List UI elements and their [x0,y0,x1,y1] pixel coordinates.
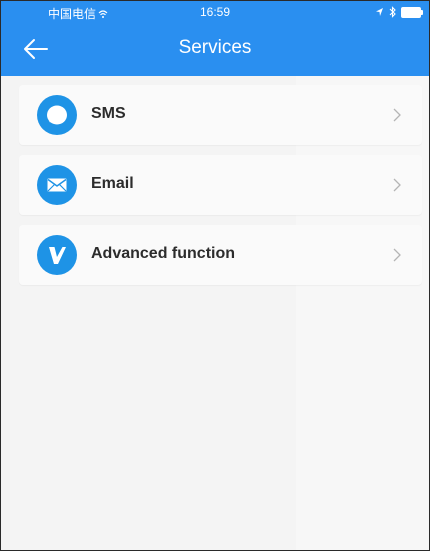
advanced-function-label: Advanced function [91,245,236,262]
app-screen: 中国电信 16:59 Services SMS Email Advanced f… [0,0,430,551]
list-item-sms[interactable]: SMS [19,85,422,145]
list-item-advanced-function[interactable]: Advanced function [19,225,422,285]
v-logo-icon [37,235,77,275]
chat-bubble-icon [37,95,77,135]
nav-bar: Services [1,25,429,76]
list-item-email[interactable]: Email [19,155,422,215]
email-label: Email [91,175,134,192]
services-list: SMS Email Advanced function [19,85,422,295]
status-bar: 中国电信 16:59 [1,1,429,25]
status-icons [375,6,423,18]
bluetooth-icon [389,6,396,18]
battery-icon [401,6,423,18]
envelope-icon [37,165,77,205]
chevron-right-icon [393,178,401,192]
page-title: Services [178,37,252,58]
sms-label: SMS [91,105,126,122]
header: 中国电信 16:59 Services [1,1,429,76]
chevron-right-icon [393,108,401,122]
chevron-right-icon [393,248,401,262]
content-area: SMS Email Advanced function [1,76,429,550]
location-arrow-icon [376,8,383,16]
status-time: 16:59 [199,5,231,19]
